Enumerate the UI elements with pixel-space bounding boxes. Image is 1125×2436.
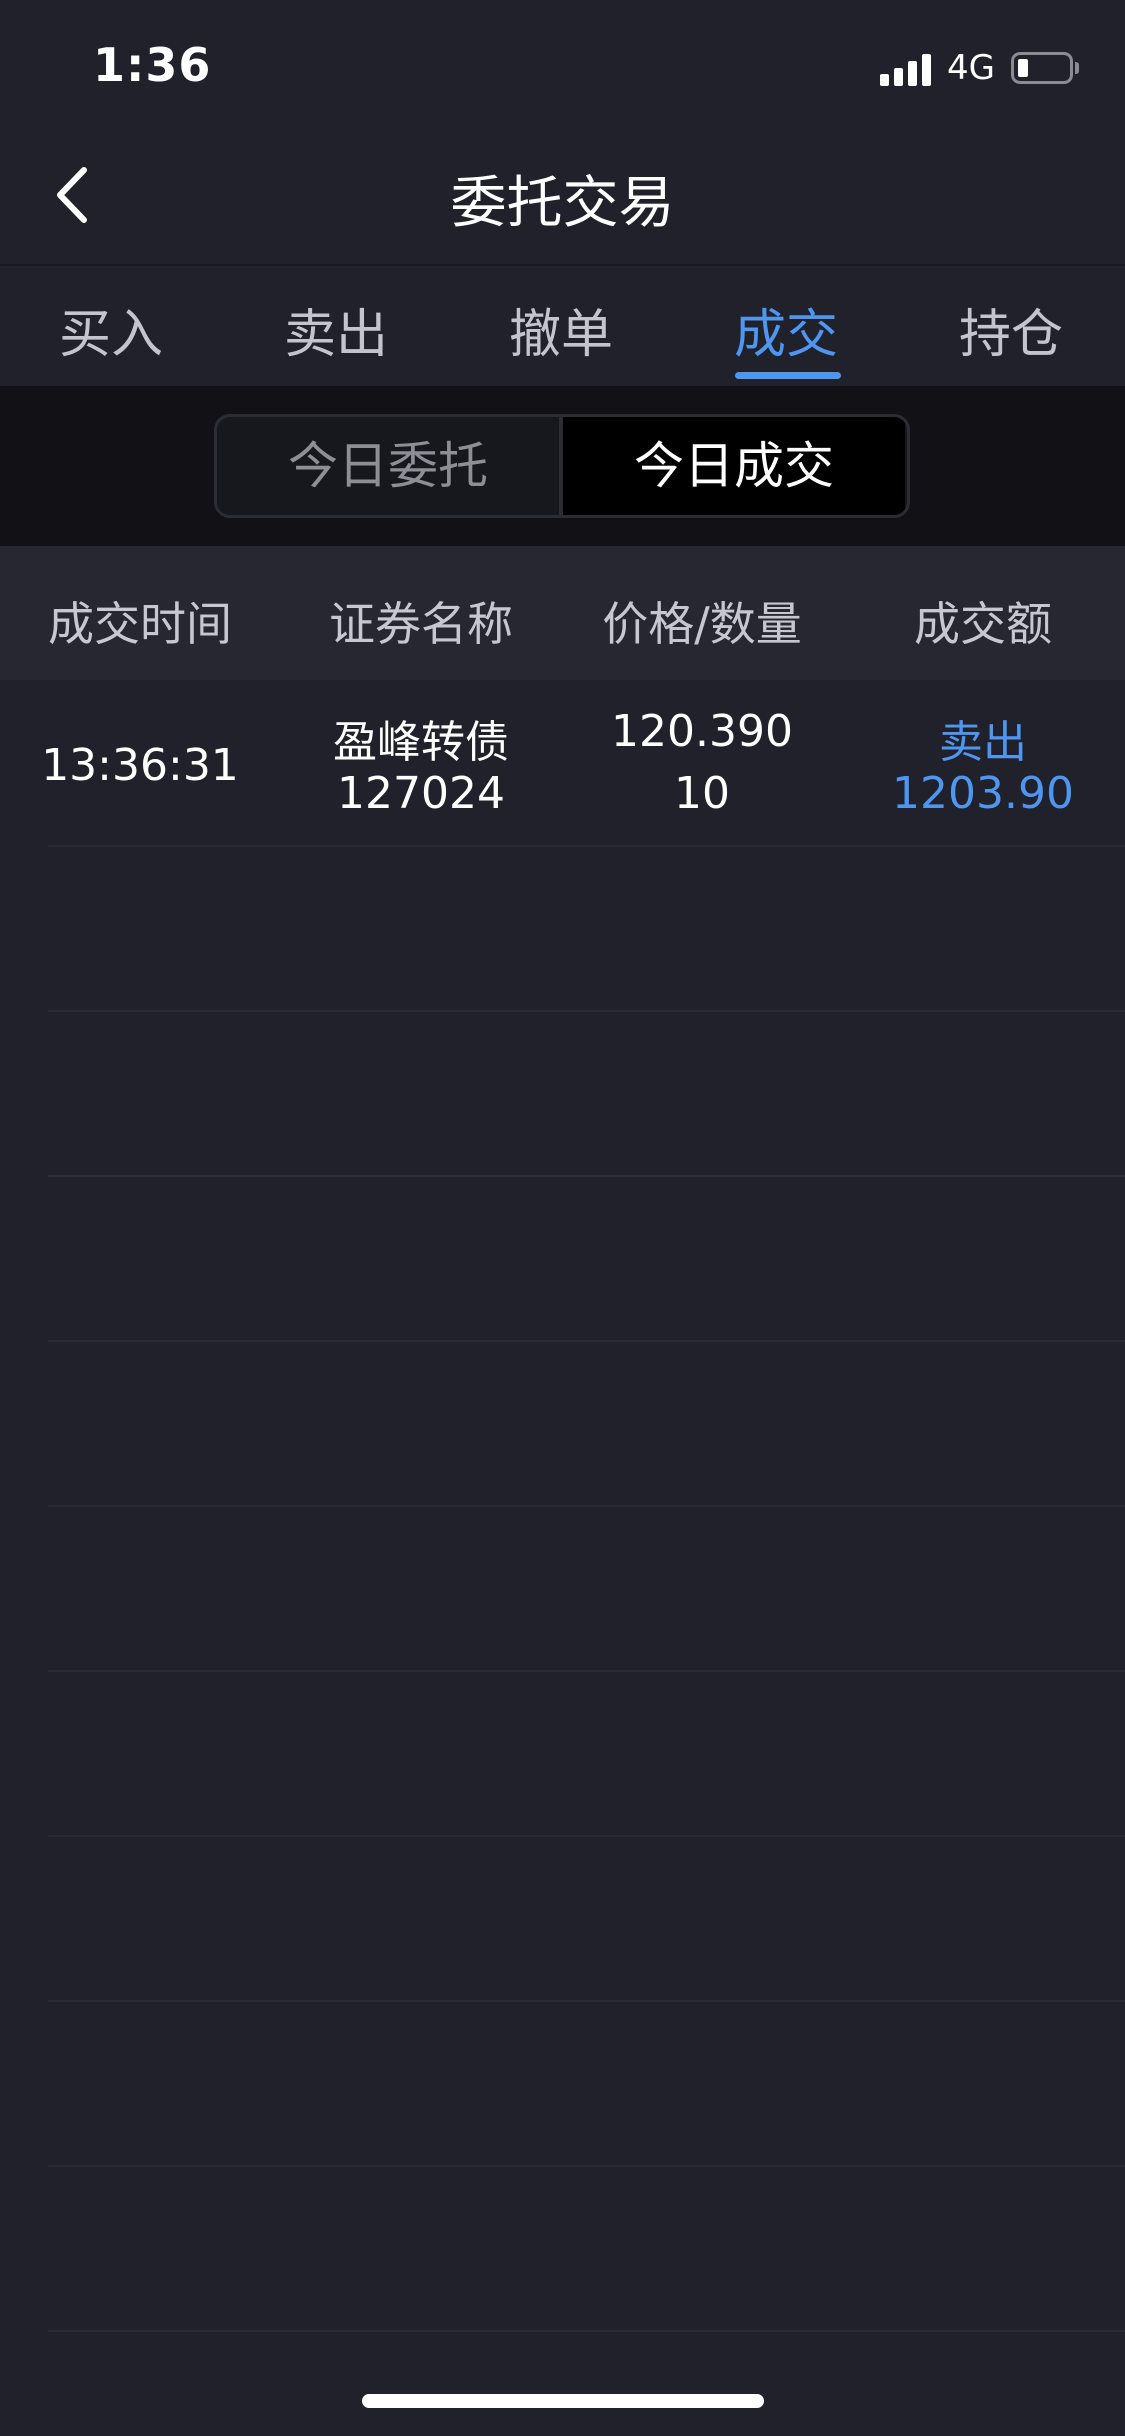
- row-divider: [48, 845, 1125, 847]
- row-divider: [48, 1670, 1125, 1672]
- header-security-name: 证券名称: [329, 597, 513, 651]
- signal-icon: [880, 54, 936, 86]
- active-tab-indicator: [735, 372, 841, 379]
- segmented-control: 今日委托 今日成交: [214, 414, 910, 518]
- segment-today-deals[interactable]: 今日成交: [563, 417, 905, 515]
- row-divider: [48, 2165, 1125, 2167]
- tab-buy[interactable]: 买入: [11, 292, 211, 367]
- table-header: 成交时间 证券名称 价格/数量 成交额: [0, 546, 1125, 680]
- network-type: 4G: [947, 48, 995, 88]
- home-indicator[interactable]: [362, 2394, 764, 2408]
- table-row[interactable]: 13:36:31 盈峰转债 127024 120.390 10 卖出 1203.…: [0, 680, 1125, 844]
- header-price-quantity: 价格/数量: [602, 597, 802, 651]
- row-divider: [48, 1010, 1125, 1012]
- header-deal-amount: 成交额: [914, 597, 1052, 651]
- security-name: 盈峰转债: [333, 717, 509, 768]
- tab-positions[interactable]: 持仓: [911, 292, 1111, 367]
- deal-quantity: 10: [674, 768, 730, 819]
- row-divider: [48, 1340, 1125, 1342]
- segment-today-orders[interactable]: 今日委托: [217, 417, 559, 515]
- battery-tip: [1075, 62, 1079, 74]
- battery-icon: [1011, 52, 1073, 84]
- segment-area: 今日委托 今日成交: [0, 386, 1125, 546]
- row-divider: [48, 1835, 1125, 1837]
- deal-side: 卖出: [939, 717, 1027, 768]
- deal-price: 120.390: [611, 706, 793, 757]
- row-divider: [48, 2330, 1125, 2332]
- page-title: 委托交易: [450, 171, 675, 236]
- header-deal-time: 成交时间: [48, 597, 232, 651]
- deal-amount: 1203.90: [892, 768, 1074, 819]
- tab-cancel-order[interactable]: 撤单: [461, 292, 661, 367]
- tab-sell[interactable]: 卖出: [236, 292, 436, 367]
- security-code: 127024: [337, 768, 505, 819]
- tab-deals[interactable]: 成交: [686, 292, 886, 367]
- status-time: 1:36: [93, 38, 212, 92]
- deal-time: 13:36:31: [41, 740, 239, 791]
- trade-tabs: 买入 卖出 撤单 成交 持仓: [0, 266, 1125, 382]
- nav-bar: 委托交易: [0, 134, 1125, 266]
- row-divider: [48, 1505, 1125, 1507]
- row-divider: [48, 1175, 1125, 1177]
- status-bar: 1:36 4G: [0, 0, 1125, 134]
- row-divider: [48, 2000, 1125, 2002]
